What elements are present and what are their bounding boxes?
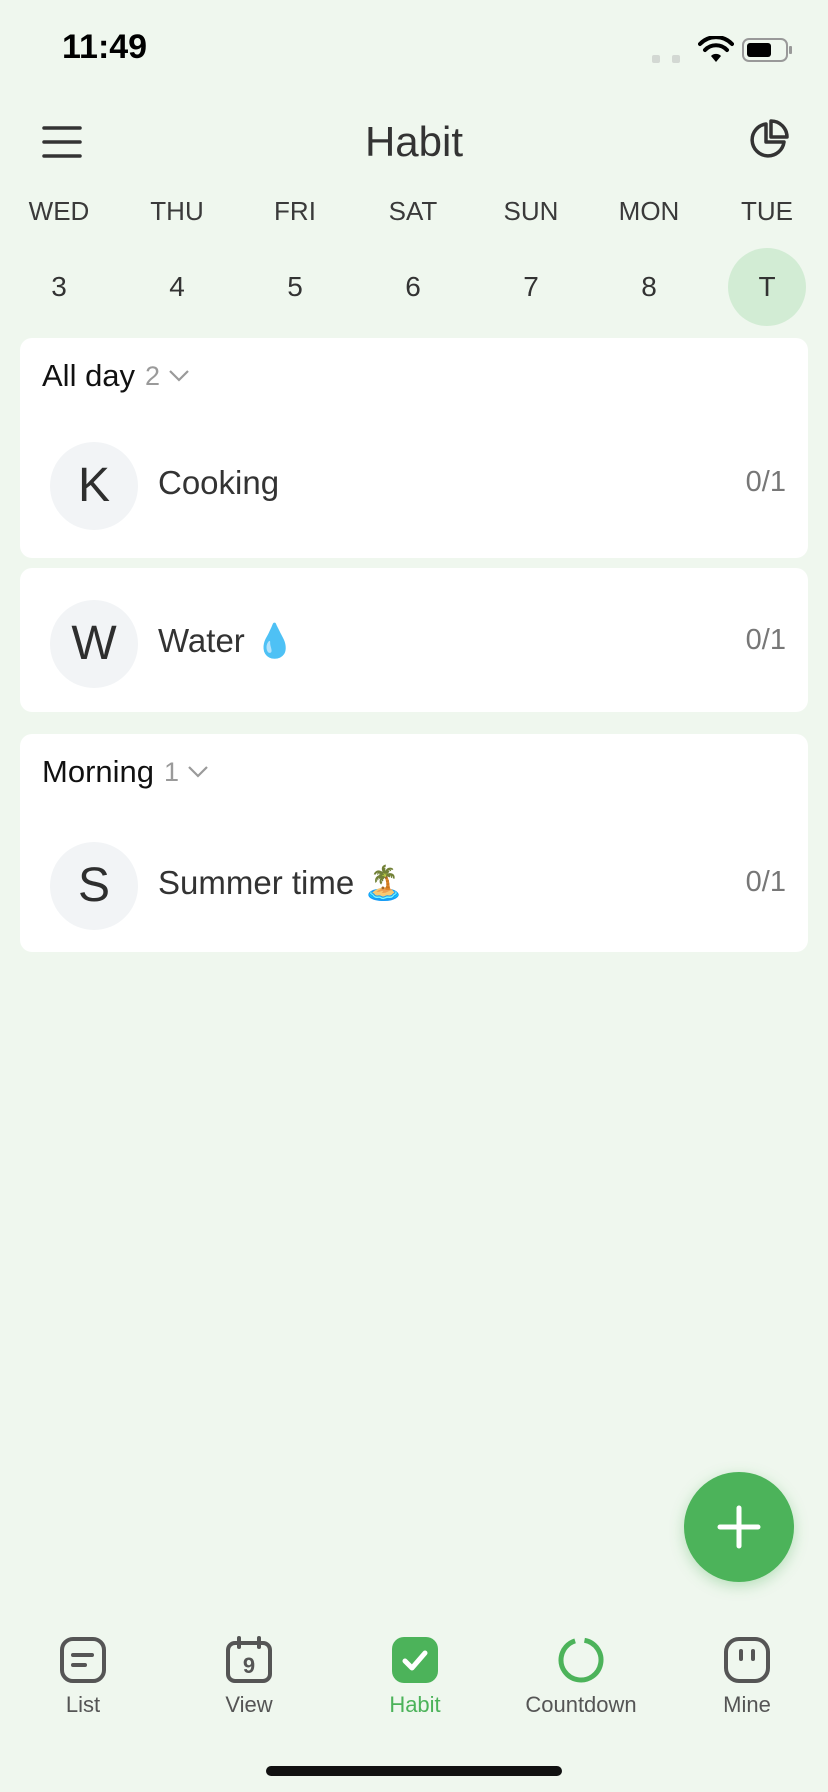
tab-label: Mine	[723, 1692, 771, 1717]
habit-name: Summer time 🏝️	[158, 864, 405, 901]
habit-avatar: K	[50, 442, 138, 530]
chevron-down-icon	[188, 766, 208, 778]
habit-name: Cooking	[158, 464, 280, 501]
day-name: FRI	[274, 196, 316, 226]
day-mon[interactable]: MON 8	[590, 190, 708, 330]
wifi-icon	[698, 36, 734, 62]
cellular-signal-icon	[652, 50, 692, 68]
habit-avatar: W	[50, 600, 138, 688]
habit-progress: 0/1	[745, 624, 786, 656]
day-name: THU	[150, 196, 204, 226]
day-fri[interactable]: FRI 5	[236, 190, 354, 330]
chevron-down-icon	[169, 370, 189, 382]
tab-list[interactable]: List	[0, 1620, 166, 1720]
habit-card-water: W Water 💧 0/1	[20, 568, 808, 712]
day-name: SUN	[503, 196, 559, 226]
day-number: 5	[287, 271, 303, 302]
habit-row-summer-time[interactable]: S Summer time 🏝️ 0/1	[20, 830, 808, 934]
day-tue-today[interactable]: TUE T	[708, 190, 826, 330]
countdown-ring-icon	[558, 1637, 604, 1683]
habit-progress: 0/1	[745, 466, 786, 498]
section-header-all-day[interactable]: All day 2	[42, 358, 190, 398]
habit-progress: 0/1	[745, 866, 786, 898]
mine-face-icon	[724, 1637, 770, 1683]
day-thu[interactable]: THU 4	[118, 190, 236, 330]
week-strip: WED 3 THU 4 FRI 5 SAT 6 SUN 7 MON 8 TUE …	[0, 190, 828, 330]
day-number: 6	[405, 271, 421, 302]
bottom-tab-bar: List 9 View Habit Countdown Mine	[0, 1620, 828, 1720]
day-sun[interactable]: SUN 7	[472, 190, 590, 330]
day-number: 4	[169, 271, 185, 302]
calendar-date-badge: 9	[243, 1653, 255, 1678]
home-indicator	[266, 1766, 562, 1776]
header: Habit	[0, 100, 828, 190]
day-name: TUE	[741, 196, 793, 226]
day-number: 8	[641, 271, 657, 302]
status-time: 11:49	[62, 28, 148, 66]
day-number: 7	[523, 271, 539, 302]
section-count: 2	[145, 360, 161, 391]
section-morning: Morning 1 S Summer time 🏝️ 0/1	[20, 734, 808, 952]
list-icon	[60, 1637, 106, 1683]
section-title: Morning	[42, 754, 154, 789]
day-name: WED	[28, 196, 90, 226]
tab-mine[interactable]: Mine	[664, 1620, 828, 1720]
page-title: Habit	[364, 118, 464, 165]
section-header-morning[interactable]: Morning 1	[42, 754, 209, 794]
add-habit-button[interactable]	[684, 1472, 794, 1582]
section-all-day: All day 2 K Cooking 0/1	[20, 338, 808, 558]
habit-row-cooking[interactable]: K Cooking 0/1	[20, 430, 808, 534]
habit-row-water[interactable]: W Water 💧 0/1	[20, 588, 808, 692]
tab-view[interactable]: 9 View	[166, 1620, 332, 1720]
habit-screen: 11:49 Habit WED 3 THU 4 FRI 5 SAT 6 SUN …	[0, 0, 828, 1792]
day-wed[interactable]: WED 3	[0, 190, 118, 330]
tab-label: List	[65, 1692, 101, 1717]
tab-habit[interactable]: Habit	[332, 1620, 498, 1720]
section-title: All day	[42, 358, 136, 393]
tab-label: View	[225, 1692, 273, 1717]
statistics-pie-icon[interactable]	[746, 118, 790, 162]
tab-label: Habit	[389, 1692, 441, 1717]
day-sat[interactable]: SAT 6	[354, 190, 472, 330]
habit-check-icon	[392, 1637, 438, 1683]
battery-icon	[742, 38, 792, 62]
section-count: 1	[164, 756, 180, 787]
day-number: 3	[51, 271, 67, 302]
tab-label: Countdown	[525, 1692, 637, 1717]
day-name: MON	[618, 196, 680, 226]
calendar-icon: 9	[226, 1636, 272, 1683]
day-number-selected: T	[728, 248, 806, 326]
habit-avatar: S	[50, 842, 138, 930]
tab-countdown[interactable]: Countdown	[498, 1620, 664, 1720]
habit-name: Water 💧	[158, 622, 296, 659]
plus-icon	[717, 1505, 761, 1549]
day-name: SAT	[388, 196, 438, 226]
status-bar: 11:49	[0, 0, 828, 100]
